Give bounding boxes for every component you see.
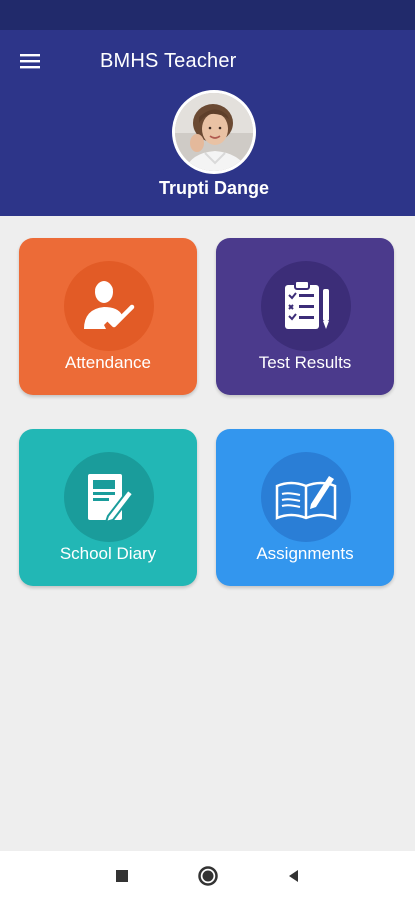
user-name: Trupti Dange bbox=[158, 178, 269, 198]
triangle-back-icon[interactable] bbox=[280, 863, 306, 889]
attendance-icon-circle bbox=[64, 261, 154, 351]
status-bar bbox=[0, 0, 415, 30]
assignments-tile[interactable]: Assignments bbox=[216, 429, 394, 586]
test-results-label: Test Results bbox=[258, 353, 352, 372]
clipboard-checklist-icon bbox=[285, 280, 329, 329]
school-diary-label: School Diary bbox=[59, 544, 157, 563]
attendance-label: Attendance bbox=[64, 353, 151, 372]
app-title: BMHS Teacher bbox=[100, 50, 237, 72]
test-results-icon-circle bbox=[261, 261, 351, 351]
attendance-tile[interactable]: Attendance bbox=[19, 238, 197, 395]
app-header: BMHS Teacher Trupti Dange bbox=[0, 30, 415, 216]
system-navigation-bar bbox=[0, 851, 415, 900]
school-diary-tile[interactable]: School Diary bbox=[19, 429, 197, 586]
school-diary-icon-circle bbox=[64, 452, 154, 542]
assignments-label: Assignments bbox=[256, 544, 354, 563]
open-book-pen-icon bbox=[275, 476, 337, 520]
avatar[interactable] bbox=[172, 90, 256, 174]
attendance-person-check-icon bbox=[84, 281, 135, 329]
assignments-icon-circle bbox=[261, 452, 351, 542]
test-results-tile[interactable]: Test Results bbox=[216, 238, 394, 395]
square-recents-icon[interactable] bbox=[109, 863, 135, 889]
circle-home-icon[interactable] bbox=[195, 863, 221, 889]
notebook-pencil-icon bbox=[88, 474, 135, 524]
hamburger-menu-icon[interactable] bbox=[14, 46, 48, 76]
